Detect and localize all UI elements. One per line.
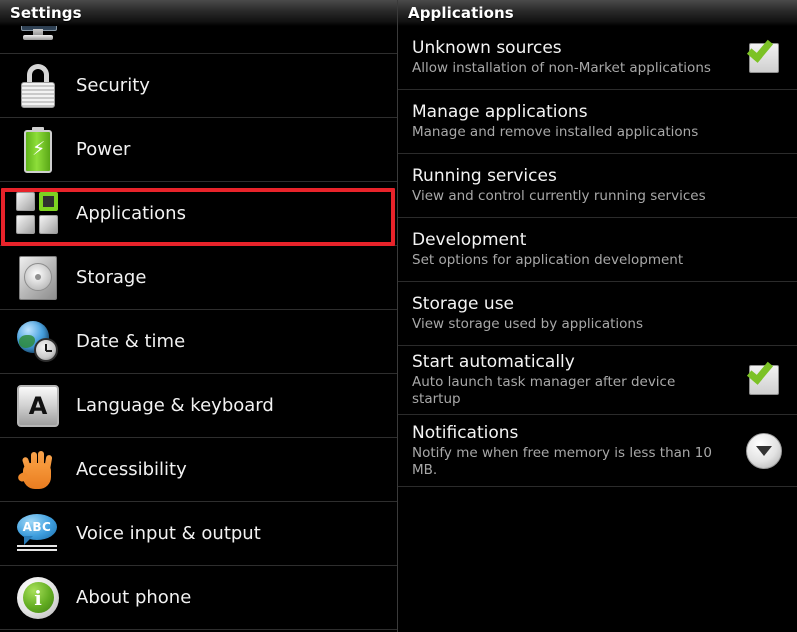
- setting-row-development[interactable]: Development Set options for application …: [398, 218, 797, 282]
- applications-detail-panel: Applications Unknown sources Allow insta…: [398, 0, 797, 632]
- setting-text-block: Unknown sources Allow installation of no…: [412, 38, 731, 77]
- setting-row-start-automatically[interactable]: Start automatically Auto launch task man…: [398, 346, 797, 415]
- setting-subtitle: Allow installation of non-Market applica…: [412, 60, 711, 76]
- battery-icon: [10, 126, 66, 174]
- setting-title: Running services: [412, 166, 557, 186]
- sidebar-item-display[interactable]: [0, 26, 397, 54]
- setting-subtitle: Notify me when free memory is less than …: [412, 444, 712, 478]
- sidebar-item-language-keyboard[interactable]: A Language & keyboard: [0, 374, 397, 438]
- setting-text-block: Notifications Notify me when free memory…: [412, 423, 731, 479]
- sidebar-item-label: Voice input & output: [76, 523, 261, 544]
- info-circle-icon: i: [10, 574, 66, 622]
- setting-control[interactable]: [731, 357, 797, 395]
- setting-title: Unknown sources: [412, 38, 562, 58]
- applications-title: Applications: [408, 4, 514, 22]
- sidebar-item-label: Date & time: [76, 331, 186, 352]
- setting-subtitle: Auto launch task manager after device st…: [412, 374, 676, 407]
- applications-grid-icon: [10, 190, 66, 238]
- sidebar-item-label: Language & keyboard: [76, 395, 274, 416]
- settings-title: Settings: [10, 4, 82, 22]
- hard-disk-icon: [10, 254, 66, 302]
- setting-text-block: Development Set options for application …: [412, 230, 731, 269]
- sidebar-item-label: About phone: [76, 587, 192, 608]
- setting-text-block: Manage applications Manage and remove in…: [412, 102, 731, 141]
- sidebar-item-label: Storage: [76, 267, 147, 288]
- setting-subtitle: View and control currently running servi…: [412, 188, 706, 204]
- setting-control[interactable]: [731, 432, 797, 469]
- checkbox-checked-icon[interactable]: [746, 34, 779, 73]
- lock-icon: [10, 62, 66, 110]
- setting-title: Start automatically: [412, 352, 575, 372]
- setting-subtitle: View storage used by applications: [412, 316, 644, 332]
- applications-titlebar: Applications: [398, 0, 797, 26]
- sidebar-item-applications[interactable]: Applications: [0, 182, 397, 246]
- sidebar-item-label: Security: [76, 75, 150, 96]
- sidebar-item-security[interactable]: Security: [0, 54, 397, 118]
- setting-title: Manage applications: [412, 102, 588, 122]
- sidebar-item-date-time[interactable]: Date & time: [0, 310, 397, 374]
- setting-subtitle: Set options for application development: [412, 252, 684, 268]
- setting-text-block: Start automatically Auto launch task man…: [412, 352, 731, 408]
- setting-title: Notifications: [412, 422, 519, 443]
- setting-row-storage-use[interactable]: Storage use View storage used by applica…: [398, 282, 797, 346]
- setting-title: Development: [412, 230, 527, 250]
- setting-row-manage-applications[interactable]: Manage applications Manage and remove in…: [398, 90, 797, 154]
- checkbox-checked-icon[interactable]: [746, 357, 779, 395]
- dropdown-circle-icon[interactable]: [746, 432, 782, 469]
- speech-bubble-abc-icon: ABC: [10, 510, 66, 558]
- sidebar-item-power[interactable]: Power: [0, 118, 397, 182]
- setting-text-block: Running services View and control curren…: [412, 166, 731, 205]
- setting-title: Storage use: [412, 294, 515, 314]
- applications-settings-list: Unknown sources Allow installation of no…: [398, 26, 797, 487]
- settings-list: Security Power Applications Storage Date…: [0, 26, 397, 630]
- setting-text-block: Storage use View storage used by applica…: [412, 294, 731, 333]
- globe-clock-icon: [10, 318, 66, 366]
- setting-subtitle: Manage and remove installed applications: [412, 124, 699, 140]
- sidebar-item-storage[interactable]: Storage: [0, 246, 397, 310]
- monitor-icon: [10, 26, 66, 53]
- sidebar-item-accessibility[interactable]: Accessibility: [0, 438, 397, 502]
- setting-row-running-services[interactable]: Running services View and control curren…: [398, 154, 797, 218]
- sidebar-item-label: Power: [76, 139, 131, 160]
- hand-icon: [10, 446, 66, 494]
- android-settings-screen: Settings Security Power Applications Sto…: [0, 0, 797, 632]
- sidebar-item-voice-input-output[interactable]: ABC Voice input & output: [0, 502, 397, 566]
- keyboard-key-a-icon: A: [10, 382, 66, 430]
- setting-row-notifications[interactable]: Notifications Notify me when free memory…: [398, 415, 797, 487]
- setting-control[interactable]: [731, 34, 797, 73]
- settings-sidebar-panel: Settings Security Power Applications Sto…: [0, 0, 398, 632]
- sidebar-item-label: Accessibility: [76, 459, 187, 480]
- setting-row-unknown-sources[interactable]: Unknown sources Allow installation of no…: [398, 26, 797, 90]
- settings-titlebar: Settings: [0, 0, 397, 26]
- sidebar-item-label: Applications: [76, 203, 186, 224]
- sidebar-item-about-phone[interactable]: i About phone: [0, 566, 397, 630]
